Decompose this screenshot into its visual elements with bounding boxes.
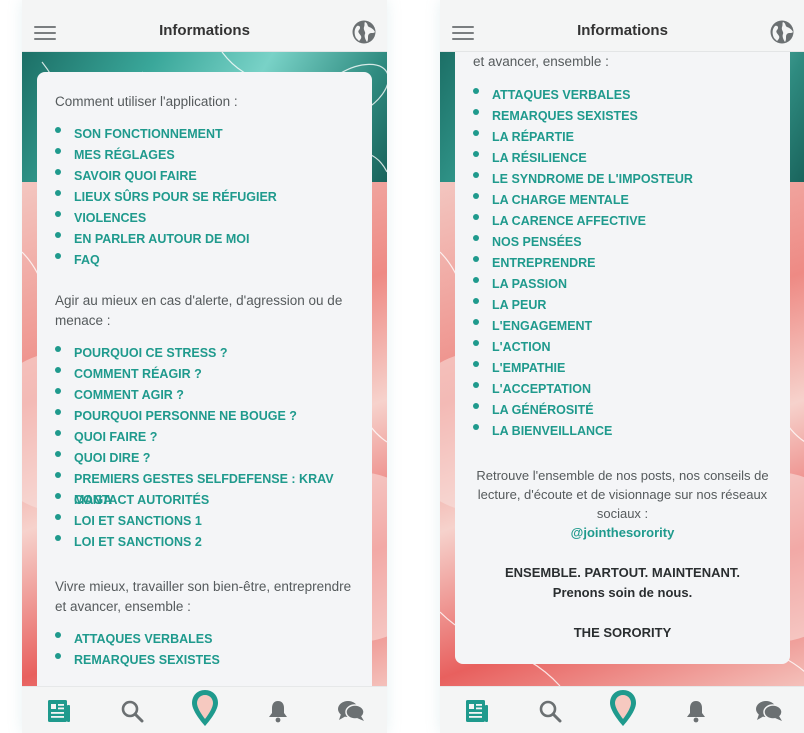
link-attaques-verbales[interactable]: ATTAQUES VERBALES — [55, 629, 354, 650]
wellbeing-link-list: ATTAQUES VERBALES REMARQUES SEXISTES LA … — [473, 85, 772, 442]
page-title: Informations — [577, 22, 668, 39]
link-empathie[interactable]: L'EMPATHIE — [473, 358, 772, 379]
link-attaques-verbales[interactable]: ATTAQUES VERBALES — [473, 85, 772, 106]
link-comment-reagir[interactable]: COMMENT RÉAGIR ? — [55, 364, 354, 385]
tab-map[interactable] — [168, 687, 241, 733]
info-card: Comment utiliser l'application : SON FON… — [37, 72, 372, 733]
link-mes-reglages[interactable]: MES RÉGLAGES — [55, 145, 354, 166]
newspaper-icon — [47, 699, 70, 722]
tab-search[interactable] — [513, 687, 586, 733]
section-intro-alert: Agir au mieux en cas d'alerte, d'agressi… — [55, 293, 343, 328]
social-intro-text: Retrouve l'ensemble de nos posts, nos co… — [476, 468, 769, 521]
tab-map[interactable] — [586, 687, 659, 733]
link-loi-sanctions-1[interactable]: LOI ET SANCTIONS 1 — [55, 511, 354, 532]
link-nos-pensees[interactable]: NOS PENSÉES — [473, 232, 772, 253]
link-charge-mentale[interactable]: LA CHARGE MENTALE — [473, 190, 772, 211]
social-handle-link[interactable]: @jointhesorority — [473, 523, 772, 543]
link-acceptation[interactable]: L'ACCEPTATION — [473, 379, 772, 400]
wellbeing-link-list: ATTAQUES VERBALES REMARQUES SEXISTES — [55, 629, 354, 671]
link-bienveillance[interactable]: LA BIENVEILLANCE — [473, 421, 772, 442]
motto-line-2: Prenons soin de nous. — [552, 585, 693, 600]
link-engagement[interactable]: L'ENGAGEMENT — [473, 316, 772, 337]
link-comment-agir[interactable]: COMMENT AGIR ? — [55, 385, 354, 406]
section-intro-usage: Comment utiliser l'application : — [55, 94, 238, 109]
page-title: Informations — [159, 22, 250, 39]
link-remarques-sexistes[interactable]: REMARQUES SEXISTES — [473, 106, 772, 127]
bell-icon — [268, 700, 287, 722]
info-card: et avancer, ensemble : ATTAQUES VERBALES… — [455, 52, 790, 664]
top-bar: Informations — [440, 0, 804, 52]
link-faq[interactable]: FAQ — [55, 250, 354, 271]
link-entreprendre[interactable]: ENTREPRENDRE — [473, 253, 772, 274]
bottom-tab-bar — [440, 686, 804, 733]
link-la-repartie[interactable]: LA RÉPARTIE — [473, 127, 772, 148]
section-intro-tail: et avancer, ensemble : — [473, 54, 609, 69]
globe-icon[interactable] — [769, 19, 795, 45]
link-remarques-sexistes[interactable]: REMARQUES SEXISTES — [55, 650, 354, 671]
link-loi-sanctions-2[interactable]: LOI ET SANCTIONS 2 — [55, 532, 354, 553]
usage-link-list: SON FONCTIONNEMENT MES RÉGLAGES SAVOIR Q… — [55, 124, 354, 271]
bell-icon — [686, 700, 705, 722]
newspaper-icon — [465, 699, 488, 722]
motto-line-1: ENSEMBLE. PARTOUT. MAINTENANT. — [505, 565, 740, 580]
link-quoi-dire[interactable]: QUOI DIRE ? — [55, 448, 354, 469]
tab-news[interactable] — [440, 687, 513, 733]
link-violences[interactable]: VIOLENCES — [55, 208, 354, 229]
chat-bubbles-icon — [755, 700, 783, 721]
search-icon — [121, 700, 143, 722]
alert-link-list: POURQUOI CE STRESS ? COMMENT RÉAGIR ? CO… — [55, 343, 354, 553]
tab-chat[interactable] — [314, 687, 387, 733]
link-en-parler[interactable]: EN PARLER AUTOUR DE MOI — [55, 229, 354, 250]
link-lieux-surs[interactable]: LIEUX SÛRS POUR SE RÉFUGIER — [55, 187, 354, 208]
globe-icon[interactable] — [351, 19, 377, 45]
chat-bubbles-icon — [337, 700, 365, 721]
top-bar: Informations — [22, 0, 387, 52]
link-syndrome-imposteur[interactable]: LE SYNDROME DE L'IMPOSTEUR — [473, 169, 772, 190]
location-pin-icon — [609, 689, 636, 726]
left-screen: Informations Comment utiliser l'applicat… — [22, 0, 387, 733]
link-savoir-quoi-faire[interactable]: SAVOIR QUOI FAIRE — [55, 166, 354, 187]
link-action[interactable]: L'ACTION — [473, 337, 772, 358]
signature: THE SORORITY — [573, 625, 672, 640]
link-pourquoi-personne[interactable]: POURQUOI PERSONNE NE BOUGE ? — [55, 406, 354, 427]
search-icon — [539, 700, 561, 722]
link-la-resilience[interactable]: LA RÉSILIENCE — [473, 148, 772, 169]
location-pin-icon — [191, 689, 218, 726]
right-screen: Informations et avancer, ensemble : ATTA… — [440, 0, 804, 733]
tab-notifications[interactable] — [241, 687, 314, 733]
link-la-peur[interactable]: LA PEUR — [473, 295, 772, 316]
link-la-passion[interactable]: LA PASSION — [473, 274, 772, 295]
link-contact-autorites[interactable]: CONTACT AUTORITÉS — [55, 490, 354, 511]
link-krav-maga[interactable]: PREMIERS GESTES SELFDEFENSE : KRAV MAGA — [55, 469, 354, 507]
link-generosite[interactable]: LA GÉNÉROSITÉ — [473, 400, 772, 421]
tab-search[interactable] — [95, 687, 168, 733]
link-carence-affective[interactable]: LA CARENCE AFFECTIVE — [473, 211, 772, 232]
link-son-fonctionnement[interactable]: SON FONCTIONNEMENT — [55, 124, 354, 145]
link-pourquoi-ce-stress[interactable]: POURQUOI CE STRESS ? — [55, 343, 354, 364]
tab-notifications[interactable] — [659, 687, 732, 733]
tab-news[interactable] — [22, 687, 95, 733]
tab-chat[interactable] — [732, 687, 804, 733]
bottom-tab-bar — [22, 686, 387, 733]
section-intro-wellbeing: Vivre mieux, travailler son bien-être, e… — [55, 579, 352, 614]
link-quoi-faire[interactable]: QUOI FAIRE ? — [55, 427, 354, 448]
